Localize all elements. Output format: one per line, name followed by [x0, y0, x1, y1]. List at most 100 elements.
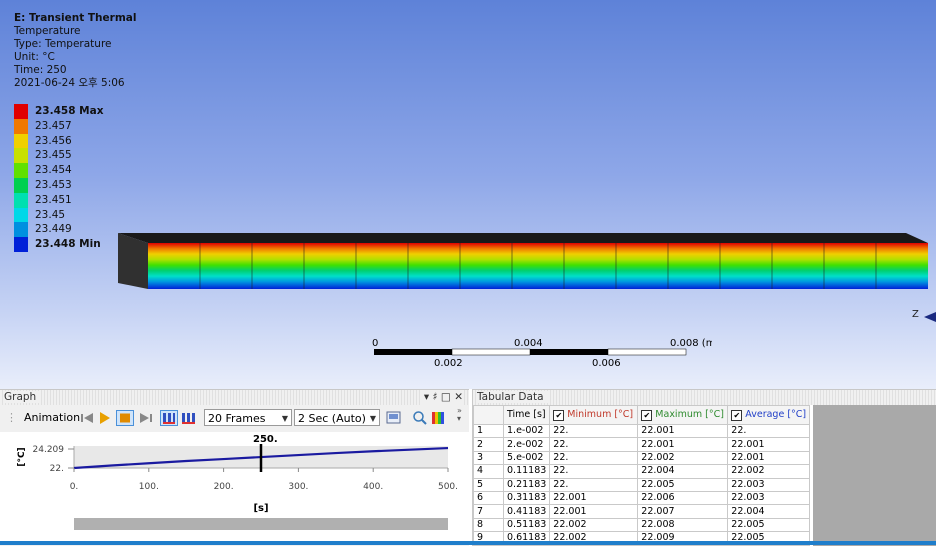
toolbar-overflow-icon[interactable]: » ▾ — [457, 407, 462, 423]
table-cell: 22.002 — [637, 450, 729, 466]
animation-toolbar: ⋮ Animation 20 Frames ▼ 2 Sec (Auto) ▼ »… — [0, 405, 469, 431]
legend-swatch — [14, 148, 28, 164]
x-axis-label: [s] — [253, 503, 268, 514]
x-tick-label: 0. — [70, 482, 79, 492]
analysis-title: E: Transient Thermal — [14, 12, 137, 24]
scale-label-0: 0 — [372, 338, 378, 349]
legend-label: 23.45 — [35, 208, 66, 221]
export-video-icon[interactable] — [386, 410, 402, 426]
tabular-table[interactable]: Time [s] ✔ Minimum [°C] ✔ Maximum [°C] ✔ Av… — [473, 405, 811, 546]
table-cell: 22.005 — [727, 517, 811, 533]
legend-label: 23.449 — [35, 223, 72, 236]
axis-arrow-icon — [924, 312, 936, 322]
graph-pane-title: Graph — [4, 391, 41, 403]
table-cell: 22.003 — [727, 490, 811, 506]
scale-label-0004: 0.004 — [514, 338, 543, 349]
skip-forward-icon[interactable] — [139, 410, 153, 426]
legend-swatch — [14, 237, 28, 252]
row-number-cell: 5 — [473, 477, 504, 492]
scale-bar: 0 0.004 0.008 (m) 0.002 0.006 — [372, 338, 712, 367]
legend-label: 23.454 — [35, 164, 72, 177]
average-column-header[interactable]: ✔ Average [°C] — [727, 405, 811, 425]
maximum-column-header[interactable]: ✔ Maximum [°C] — [637, 405, 729, 425]
row-number-cell: 8 — [473, 517, 504, 533]
scale-label-0006: 0.006 — [592, 358, 621, 367]
maximize-icon[interactable]: □ — [441, 391, 451, 403]
table-cell: 22.006 — [637, 490, 729, 506]
table-cell: 22.002 — [727, 464, 811, 479]
table-row[interactable]: 2 2.e-002 22. 22.001 22.001 — [473, 437, 811, 452]
result-time: Time: 250 — [14, 64, 67, 76]
skip-back-icon[interactable] — [80, 410, 94, 426]
table-cell: 2.e-002 — [502, 437, 551, 452]
table-row[interactable]: 7 0.41183 22.001 22.007 22.004 — [473, 504, 811, 519]
distributed-frames-icon[interactable] — [160, 410, 178, 426]
close-icon[interactable]: ✕ — [454, 391, 463, 403]
model-geometry[interactable] — [118, 233, 930, 293]
axis-z-label: Z — [912, 309, 919, 320]
row-number-cell: 2 — [473, 437, 504, 452]
table-cell: 22.004 — [727, 504, 811, 519]
duration-select[interactable]: 2 Sec (Auto) ▼ — [294, 409, 380, 426]
tabular-grid[interactable]: Time [s] ✔ Minimum [°C] ✔ Maximum [°C] ✔ Av… — [473, 405, 813, 546]
legend-label: 23.456 — [35, 134, 72, 147]
graph-scrollbar[interactable] — [74, 518, 448, 530]
play-icon[interactable] — [98, 410, 112, 426]
table-cell: 22.007 — [637, 504, 729, 519]
table-cell: 5.e-002 — [502, 450, 551, 466]
legend-label: 23.448 Min — [35, 238, 101, 251]
zoom-icon[interactable] — [412, 410, 428, 426]
table-row[interactable]: 4 0.11183 22. 22.004 22.002 — [473, 464, 811, 479]
result-sets-icon[interactable] — [181, 410, 197, 426]
table-cell: 0.41183 — [502, 504, 551, 519]
table-row[interactable]: 8 0.51183 22.002 22.008 22.005 — [473, 517, 811, 533]
x-tick-label: 300. — [288, 482, 308, 492]
graph-pane-header: Graph ▾ ♯ □ ✕ — [0, 390, 469, 405]
checkbox-checked-icon[interactable]: ✔ — [731, 410, 743, 421]
x-tick-label: 200. — [214, 482, 234, 492]
table-cell: 22. — [727, 423, 811, 439]
result-type: Type: Temperature — [14, 38, 112, 50]
table-row[interactable]: 3 5.e-002 22. 22.002 22.001 — [473, 450, 811, 466]
table-row[interactable]: 1 1.e-002 22. 22.001 22. — [473, 423, 811, 439]
table-cell: 22.001 — [549, 504, 639, 519]
legend-swatch — [14, 133, 28, 149]
result-name: Temperature — [14, 25, 81, 37]
model-front-face — [148, 243, 928, 289]
pin-icon[interactable]: ♯ — [432, 391, 437, 403]
legend-label: 23.458 Max — [35, 105, 104, 117]
result-unit: Unit: °C — [14, 51, 55, 63]
contour-colors-icon[interactable] — [431, 410, 447, 426]
row-number-cell: 6 — [473, 490, 504, 506]
table-header-row: Time [s] ✔ Minimum [°C] ✔ Maximum [°C] ✔ Av… — [473, 405, 811, 425]
y-axis-label: [°C] — [17, 447, 27, 466]
checkbox-checked-icon[interactable]: ✔ — [553, 410, 565, 421]
table-row[interactable]: 6 0.31183 22.001 22.006 22.003 — [473, 490, 811, 506]
row-number-header — [473, 405, 504, 425]
table-cell: 22.001 — [637, 437, 729, 452]
time-column-header[interactable]: Time [s] — [502, 405, 551, 425]
animation-label: Animation — [24, 411, 81, 424]
stop-icon[interactable] — [116, 410, 134, 426]
minimum-column-header[interactable]: ✔ Minimum [°C] — [549, 405, 639, 425]
table-row[interactable]: 5 0.21183 22. 22.005 22.003 — [473, 477, 811, 492]
graph-plot-area[interactable]: 250. 24.209 22. [°C] 0. 100. 200. 300. 400. 500. [… — [0, 432, 469, 545]
tabular-pane-title: Tabular Data — [477, 391, 548, 403]
graphics-viewport[interactable]: E: Transient Thermal Temperature Type: T… — [0, 0, 936, 389]
legend-label: 23.451 — [35, 193, 72, 206]
frames-select[interactable]: 20 Frames ▼ — [204, 409, 292, 426]
tabular-pane-header: Tabular Data — [473, 390, 936, 405]
axis-triad: Z — [912, 309, 936, 322]
table-cell: 0.51183 — [502, 517, 551, 533]
x-tick-label: 400. — [363, 482, 383, 492]
legend-swatch — [14, 207, 28, 223]
tabular-data-pane: Tabular Data Time [s] ✔ Minimum [°C] ✔ Max… — [472, 389, 936, 546]
graph-pane-controls: ▾ ♯ □ ✕ — [419, 390, 463, 405]
checkbox-checked-icon[interactable]: ✔ — [641, 410, 653, 421]
table-cell: 22. — [549, 464, 639, 479]
frames-select-value: 20 Frames — [208, 412, 266, 425]
temperature-time-chart[interactable]: 250. 24.209 22. [°C] 0. 100. 200. 300. 400. 500. [… — [0, 432, 469, 545]
table-cell: 22. — [549, 477, 639, 492]
toolbar-grip-icon: ⋮ — [6, 411, 17, 424]
pane-menu-icon[interactable]: ▾ — [424, 391, 429, 403]
